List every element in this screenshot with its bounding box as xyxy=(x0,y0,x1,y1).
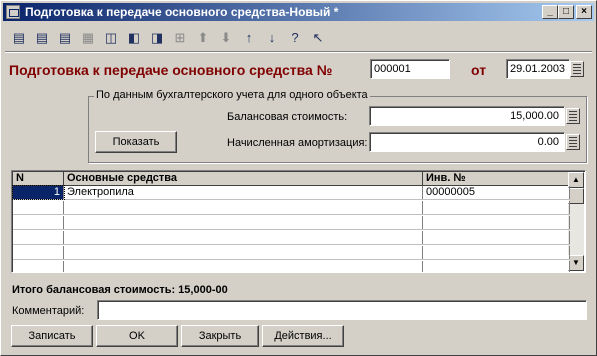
move-up-icon[interactable]: ⬆ xyxy=(193,28,213,48)
ok-button[interactable]: OK xyxy=(96,325,178,347)
table-row[interactable]: 1 Электропила 00000005 xyxy=(12,185,570,200)
total-balance-text: Итого балансовая стоимость: 15,000-00 xyxy=(12,284,228,296)
balance-value-field[interactable]: 15,000.00 xyxy=(369,106,565,126)
scroll-thumb[interactable] xyxy=(568,188,584,204)
comment-field[interactable] xyxy=(97,300,587,320)
cell-inv[interactable] xyxy=(423,261,570,272)
end-edit-icon[interactable]: ⊞ xyxy=(170,28,190,48)
cell-inv[interactable] xyxy=(423,246,570,259)
sort-asc-icon[interactable]: ↑ xyxy=(239,28,259,48)
cell-n[interactable] xyxy=(13,216,64,229)
cell-asset[interactable] xyxy=(64,216,423,229)
show-button[interactable]: Показать xyxy=(95,131,177,153)
cell-asset[interactable] xyxy=(64,246,423,259)
cell-asset[interactable]: Электропила xyxy=(64,186,423,199)
help-icon[interactable]: ? xyxy=(285,28,305,48)
column-header-inv[interactable]: Инв. № xyxy=(423,172,570,186)
cell-inv[interactable]: 00000005 xyxy=(423,186,570,199)
document-icon xyxy=(6,5,20,19)
calculator-icon[interactable] xyxy=(566,134,580,150)
cell-asset[interactable] xyxy=(64,231,423,244)
paste-icon[interactable]: ◨ xyxy=(147,28,167,48)
cell-n[interactable]: 1 xyxy=(12,185,65,200)
minimize-button[interactable]: _ xyxy=(542,5,558,19)
cell-inv[interactable] xyxy=(423,216,570,229)
close-window-button[interactable]: × xyxy=(576,5,592,19)
balance-label: Балансовая стоимость: xyxy=(227,111,348,123)
document-date-field[interactable]: 29.01.2003 xyxy=(506,59,570,79)
date-label: от xyxy=(471,62,487,78)
document-heading: Подготовка к передаче основного средства… xyxy=(9,62,333,78)
cell-inv[interactable] xyxy=(423,231,570,244)
table-scrollbar[interactable]: ▲ ▼ xyxy=(568,172,584,271)
table-row[interactable] xyxy=(13,201,570,215)
cell-n[interactable] xyxy=(13,246,64,259)
window-title: Подготовка к передаче основного средства… xyxy=(25,5,339,19)
comment-label: Комментарий: xyxy=(12,305,85,317)
cell-asset[interactable] xyxy=(64,261,423,272)
delete-row-icon[interactable]: ▤ xyxy=(55,28,75,48)
cell-n[interactable] xyxy=(13,261,64,272)
toolbar: ▤ ▤ ▤ ▦ ◫ ◧ ◨ ⊞ ⬆ ⬇ ↑ ↓? ↖ xyxy=(3,25,594,51)
document-window: Подготовка к передаче основного средства… xyxy=(0,0,597,356)
copy-icon[interactable]: ◫ xyxy=(101,28,121,48)
move-down-icon[interactable]: ⬇ xyxy=(216,28,236,48)
cut-icon[interactable]: ◧ xyxy=(124,28,144,48)
calculator-icon[interactable] xyxy=(566,108,580,124)
groupbox-caption: По данным бухгалтерского учета для одног… xyxy=(94,89,370,101)
scroll-down-icon[interactable]: ▼ xyxy=(568,255,584,271)
column-header-asset[interactable]: Основные средства xyxy=(64,172,423,186)
cell-n[interactable] xyxy=(13,201,64,214)
sort-desc-icon[interactable]: ↓ xyxy=(262,28,282,48)
calendar-icon[interactable] xyxy=(570,61,584,77)
title-bar[interactable]: Подготовка к передаче основного средства… xyxy=(3,3,594,21)
whats-this-icon[interactable]: ↖ xyxy=(308,28,328,48)
table-row[interactable] xyxy=(13,261,570,272)
save-button[interactable]: Записать xyxy=(11,325,93,347)
depreciation-label: Начисленная амортизация: xyxy=(227,137,368,149)
close-button[interactable]: Закрыть xyxy=(181,325,259,347)
toolbar-divider xyxy=(5,51,592,53)
table-row[interactable] xyxy=(13,231,570,245)
table-row[interactable] xyxy=(13,216,570,230)
document-number-field[interactable]: 000001 xyxy=(370,59,450,79)
edit-row-icon[interactable]: ▦ xyxy=(78,28,98,48)
actions-button[interactable]: Действия... xyxy=(262,325,344,347)
cell-n[interactable] xyxy=(13,231,64,244)
cell-asset[interactable] xyxy=(64,201,423,214)
depreciation-value-field[interactable]: 0.00 xyxy=(369,132,565,152)
cell-inv[interactable] xyxy=(423,201,570,214)
scroll-up-icon[interactable]: ▲ xyxy=(568,172,584,188)
add-copy-icon[interactable]: ▤ xyxy=(32,28,52,48)
assets-table[interactable]: N Основные средства Инв. № ▲ ▼ 1 Электроп… xyxy=(11,170,586,273)
table-row[interactable] xyxy=(13,246,570,260)
column-header-n[interactable]: N xyxy=(13,172,64,186)
maximize-button[interactable]: □ xyxy=(558,5,574,19)
add-row-icon[interactable]: ▤ xyxy=(9,28,29,48)
